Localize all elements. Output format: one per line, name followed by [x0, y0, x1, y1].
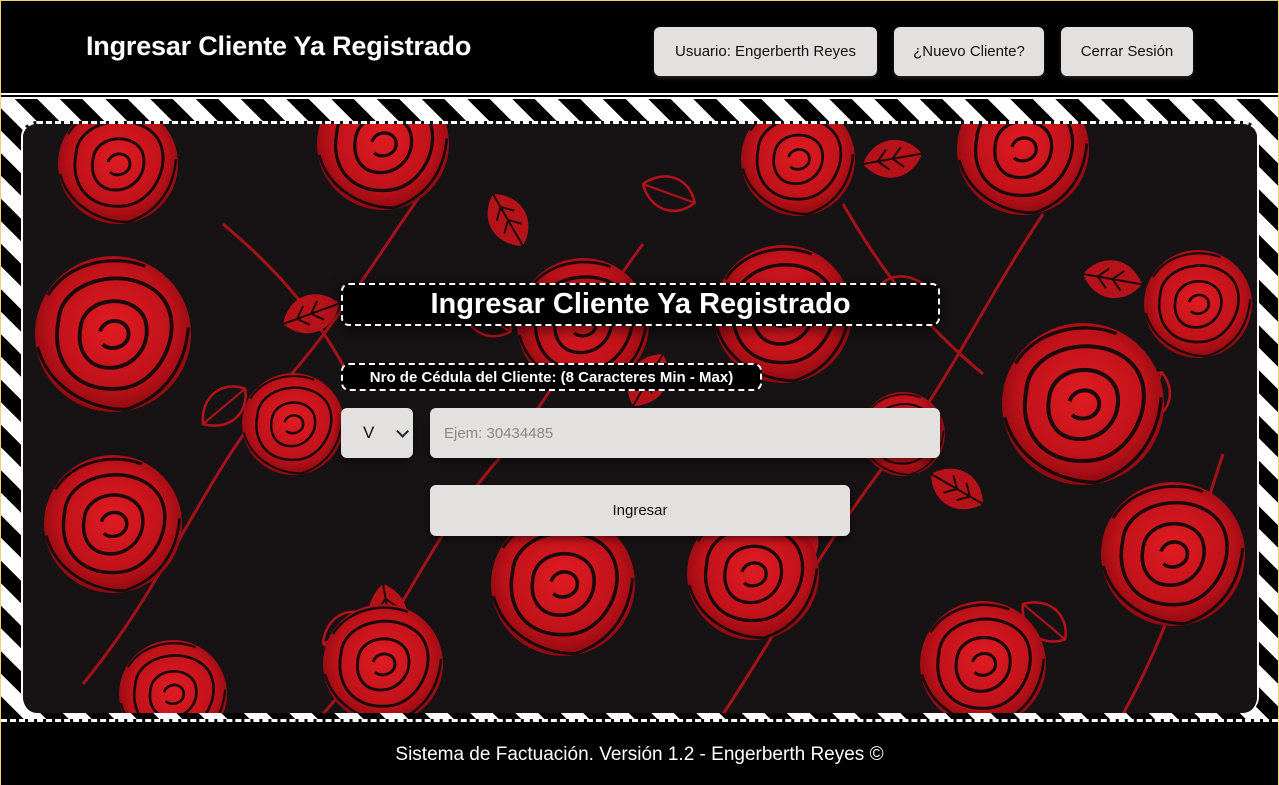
app-footer: Sistema de Factuación. Versión 1.2 - Eng… — [1, 719, 1278, 785]
submit-button[interactable]: Ingresar — [430, 485, 850, 536]
form-title: Ingresar Cliente Ya Registrado — [341, 283, 940, 326]
user-button[interactable]: Usuario: Engerberth Reyes — [654, 27, 877, 76]
document-type-value: V — [363, 423, 375, 442]
page-title: Ingresar Cliente Ya Registrado — [86, 31, 472, 61]
cedula-input[interactable] — [430, 408, 940, 458]
new-client-button[interactable]: ¿Nuevo Cliente? — [894, 27, 1044, 76]
logout-button[interactable]: Cerrar Sesión — [1061, 27, 1193, 76]
header-divider — [1, 91, 1278, 99]
footer-text: Sistema de Factuación. Versión 1.2 - Eng… — [395, 744, 884, 765]
cedula-label: Nro de Cédula del Cliente: (8 Caracteres… — [341, 363, 762, 391]
chevron-down-icon — [396, 424, 409, 438]
app-header: Ingresar Cliente Ya Registrado Usuario: … — [1, 1, 1278, 91]
document-type-select[interactable]: V — [341, 408, 413, 458]
